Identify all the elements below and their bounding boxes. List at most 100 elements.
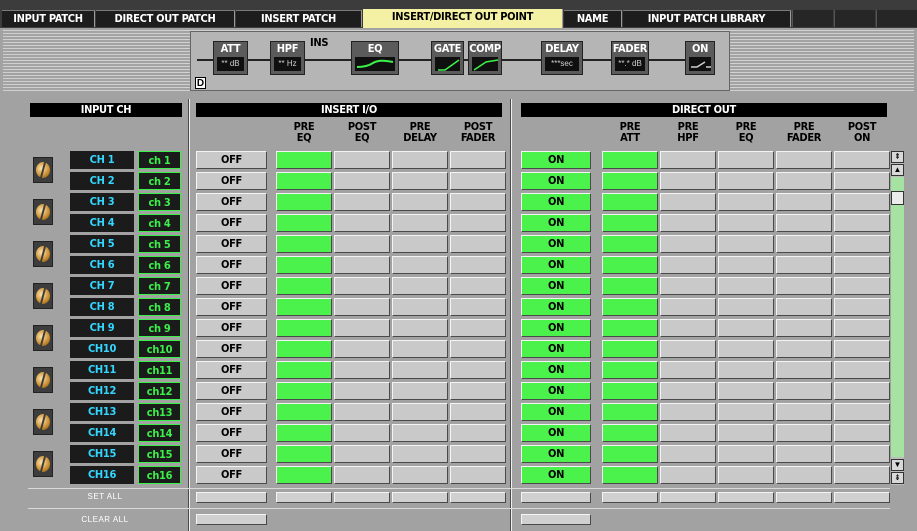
direct-out-on-button[interactable]: ON [521, 319, 591, 337]
direct-out-point-button[interactable] [834, 277, 890, 295]
direct-out-point-button[interactable] [718, 340, 774, 358]
clear-all-off-button[interactable] [196, 514, 267, 525]
insert-point-button[interactable] [334, 151, 390, 169]
set-all-direct-button[interactable] [602, 492, 658, 503]
direct-out-on-button[interactable]: ON [521, 298, 591, 316]
insert-point-button[interactable] [450, 340, 506, 358]
insert-point-button[interactable] [450, 445, 506, 463]
direct-out-point-button[interactable] [718, 361, 774, 379]
insert-point-button[interactable] [276, 466, 332, 484]
insert-point-button[interactable] [276, 256, 332, 274]
insert-off-button[interactable]: OFF [196, 172, 267, 190]
insert-point-button[interactable] [334, 403, 390, 421]
direct-out-point-button[interactable] [602, 340, 658, 358]
insert-point-button[interactable] [276, 172, 332, 190]
insert-off-button[interactable]: OFF [196, 256, 267, 274]
direct-out-point-button[interactable] [776, 151, 832, 169]
direct-out-point-button[interactable] [718, 193, 774, 211]
pair-link-icon[interactable] [33, 451, 53, 477]
channel-patch[interactable]: ch 4 [138, 214, 181, 232]
channel-patch[interactable]: ch 6 [138, 256, 181, 274]
direct-out-point-button[interactable] [660, 340, 716, 358]
direct-out-point-button[interactable] [602, 235, 658, 253]
insert-point-button[interactable] [334, 298, 390, 316]
direct-out-point-button[interactable] [660, 151, 716, 169]
direct-out-point-button[interactable] [602, 382, 658, 400]
tab-direct-out-patch[interactable]: DIRECT OUT PATCH [96, 10, 235, 27]
direct-out-point-button[interactable] [834, 172, 890, 190]
insert-point-button[interactable] [334, 424, 390, 442]
insert-point-button[interactable] [450, 361, 506, 379]
scroll-top-icon[interactable]: ⇞ [891, 151, 904, 163]
direct-out-point-button[interactable] [718, 214, 774, 232]
direct-out-point-button[interactable] [776, 340, 832, 358]
direct-out-point-button[interactable] [718, 172, 774, 190]
direct-out-point-button[interactable] [834, 424, 890, 442]
direct-out-point-button[interactable] [834, 445, 890, 463]
insert-point-button[interactable] [334, 193, 390, 211]
direct-out-point-button[interactable] [834, 403, 890, 421]
insert-point-button[interactable] [276, 340, 332, 358]
direct-out-point-button[interactable] [660, 298, 716, 316]
insert-off-button[interactable]: OFF [196, 235, 267, 253]
insert-off-button[interactable]: OFF [196, 298, 267, 316]
direct-out-point-button[interactable] [834, 298, 890, 316]
channel-patch[interactable]: ch16 [138, 466, 181, 484]
channel-patch[interactable]: ch 9 [138, 319, 181, 337]
pair-link-icon[interactable] [33, 283, 53, 309]
direct-out-point-button[interactable] [660, 403, 716, 421]
channel-patch[interactable]: ch 5 [138, 235, 181, 253]
channel-patch[interactable]: ch 3 [138, 193, 181, 211]
channel-patch[interactable]: ch 2 [138, 172, 181, 190]
direct-out-point-button[interactable] [718, 403, 774, 421]
insert-point-button[interactable] [450, 382, 506, 400]
insert-point-button[interactable] [450, 277, 506, 295]
channel-patch[interactable]: ch12 [138, 382, 181, 400]
direct-out-on-button[interactable]: ON [521, 466, 591, 484]
insert-point-button[interactable] [334, 340, 390, 358]
insert-point-button[interactable] [392, 466, 448, 484]
pair-link-icon[interactable] [33, 199, 53, 225]
channel-patch[interactable]: ch13 [138, 403, 181, 421]
channel-patch[interactable]: ch10 [138, 340, 181, 358]
direct-out-point-button[interactable] [776, 235, 832, 253]
direct-out-point-button[interactable] [660, 193, 716, 211]
insert-point-button[interactable] [450, 256, 506, 274]
direct-out-point-button[interactable] [660, 361, 716, 379]
insert-off-button[interactable]: OFF [196, 151, 267, 169]
direct-out-point-button[interactable] [776, 256, 832, 274]
insert-point-button[interactable] [450, 172, 506, 190]
pair-link-icon[interactable] [33, 325, 53, 351]
direct-out-point-button[interactable] [776, 466, 832, 484]
channel-patch[interactable]: ch14 [138, 424, 181, 442]
direct-out-point-button[interactable] [660, 424, 716, 442]
direct-out-point-button[interactable] [718, 235, 774, 253]
insert-point-button[interactable] [276, 361, 332, 379]
clear-all-on-button[interactable] [521, 514, 591, 525]
direct-out-point-button[interactable] [718, 466, 774, 484]
insert-point-button[interactable] [392, 277, 448, 295]
direct-out-point-button[interactable] [776, 319, 832, 337]
tab-input-patch[interactable]: INPUT PATCH [2, 10, 95, 27]
insert-point-button[interactable] [276, 298, 332, 316]
insert-point-button[interactable] [276, 235, 332, 253]
direct-out-point-button[interactable] [660, 172, 716, 190]
direct-out-point-button[interactable] [718, 151, 774, 169]
direct-out-point-button[interactable] [776, 445, 832, 463]
set-all-insert-button[interactable] [334, 492, 390, 503]
scroll-down-icon[interactable]: ▼ [891, 459, 904, 471]
insert-off-button[interactable]: OFF [196, 361, 267, 379]
set-all-insert-button[interactable] [276, 492, 332, 503]
set-all-off-button[interactable] [196, 492, 267, 503]
set-all-direct-button[interactable] [834, 492, 890, 503]
insert-point-button[interactable] [392, 193, 448, 211]
scroll-track[interactable] [891, 177, 904, 457]
direct-out-point-button[interactable] [660, 235, 716, 253]
channel-patch[interactable]: ch11 [138, 361, 181, 379]
insert-off-button[interactable]: OFF [196, 193, 267, 211]
set-all-direct-button[interactable] [718, 492, 774, 503]
direct-out-point-button[interactable] [776, 277, 832, 295]
direct-out-point-button[interactable] [834, 319, 890, 337]
direct-out-point-button[interactable] [660, 214, 716, 232]
pair-link-icon[interactable] [33, 409, 53, 435]
